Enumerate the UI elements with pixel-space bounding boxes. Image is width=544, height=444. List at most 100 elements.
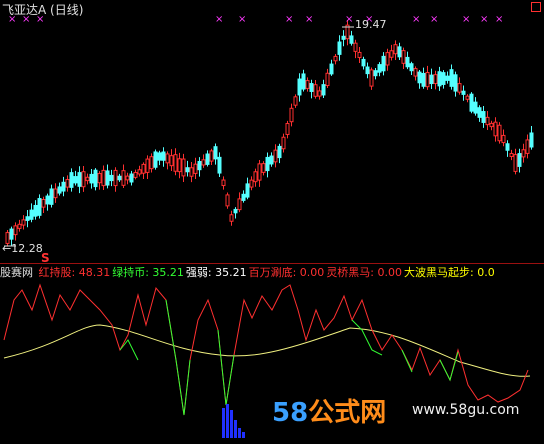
candle-body	[57, 186, 62, 194]
candle-body	[413, 68, 418, 77]
volume-bar	[222, 408, 225, 438]
candle-body	[385, 52, 390, 66]
volume-bar	[242, 432, 245, 438]
marker-x: ×	[238, 14, 246, 25]
watermark-logo: 58公式网	[272, 392, 386, 429]
candle-body	[337, 41, 342, 55]
candle-body	[181, 158, 186, 177]
candle-body	[81, 171, 86, 188]
candle-body	[457, 83, 462, 93]
candle-body	[137, 169, 142, 175]
marker-x: ×	[462, 14, 470, 25]
candle-body	[349, 35, 354, 44]
candle-body	[325, 72, 330, 87]
candle-body	[209, 150, 214, 162]
candle-body	[221, 179, 226, 187]
candle-body	[433, 74, 438, 84]
candle-body	[437, 71, 442, 87]
candle-body	[429, 74, 434, 85]
candle-body	[49, 188, 54, 205]
smooth-line	[3, 324, 531, 377]
candle-body	[485, 116, 490, 126]
close-icon[interactable]	[531, 2, 541, 12]
indicator-item-2: 强弱: 35.21	[185, 266, 247, 278]
indicator-item-5: 大波黑马起步: 0.0	[404, 266, 495, 278]
candlestick-series	[5, 20, 534, 247]
window-title: 飞亚达A (日线)	[2, 3, 84, 17]
candle-body	[117, 175, 122, 181]
candle-body	[13, 225, 18, 236]
candle-body	[297, 78, 302, 96]
candle-body	[41, 199, 46, 208]
marker-x: ×	[412, 14, 420, 25]
candle-body	[185, 167, 190, 173]
candle-body	[329, 63, 334, 75]
candle-body	[205, 153, 210, 165]
candle-body	[161, 151, 166, 161]
chart-canvas: × × × × × × × × × × × × × ×	[3, 14, 534, 438]
candle-body	[417, 71, 422, 84]
volume-bar	[234, 420, 237, 438]
candle-body	[509, 152, 514, 158]
candle-body	[517, 153, 522, 167]
candle-body	[253, 171, 258, 183]
candle-body	[9, 228, 14, 240]
candle-body	[197, 161, 202, 171]
candle-body	[513, 154, 518, 172]
candle-body	[53, 188, 58, 199]
candle-body	[381, 55, 386, 72]
candle-body	[237, 198, 242, 211]
candle-body	[409, 63, 414, 72]
low-price-label: ←12.28	[2, 242, 43, 255]
indicator-name: 股赛网	[0, 266, 33, 278]
candle-body	[525, 139, 530, 154]
candle-body	[29, 209, 34, 220]
candle-body	[521, 149, 526, 158]
candle-body	[305, 80, 310, 89]
candle-body	[257, 163, 262, 181]
marker-x: ×	[495, 14, 503, 25]
indicator-item-3: 百万涮底: 0.00	[248, 266, 325, 278]
candle-body	[449, 69, 454, 87]
candle-body	[281, 136, 286, 150]
candle-body	[285, 123, 290, 135]
candle-body	[373, 70, 378, 77]
candle-body	[113, 169, 118, 187]
candle-body	[273, 149, 278, 163]
candle-body	[377, 64, 382, 73]
high-price-label: 19.47	[355, 18, 387, 31]
candle-body	[341, 35, 346, 40]
candle-body	[21, 219, 26, 226]
marker-x: ×	[285, 14, 293, 25]
candle-body	[165, 153, 170, 164]
candle-body	[101, 169, 106, 187]
candle-body	[105, 170, 110, 186]
candle-body	[445, 75, 450, 81]
candle-body	[241, 193, 246, 201]
candle-body	[121, 170, 126, 186]
candle-body	[309, 83, 314, 92]
candle-body	[177, 158, 182, 173]
candle-body	[265, 156, 270, 172]
candle-body	[89, 173, 94, 184]
candle-body	[33, 204, 38, 217]
volume-bar	[238, 428, 241, 438]
candle-body	[397, 46, 402, 58]
indicator-item-1: 绿持币: 35.21	[112, 266, 184, 278]
candle-body	[245, 183, 250, 198]
candle-body	[393, 44, 398, 55]
candle-body	[173, 154, 178, 172]
candle-body	[441, 72, 446, 85]
marker-x: ×	[345, 14, 353, 25]
candle-body	[145, 158, 150, 173]
candle-body	[369, 69, 374, 87]
watermark-text: 公式网	[308, 398, 387, 428]
watermark-number: 58	[272, 398, 309, 428]
indicator-item-4: 灵桥黑马: 0.00	[326, 266, 403, 278]
candle-body	[333, 55, 338, 62]
candle-body	[361, 58, 366, 67]
candle-body	[97, 173, 102, 184]
candle-body	[69, 172, 74, 188]
candle-body	[389, 50, 394, 58]
candle-body	[497, 124, 502, 142]
